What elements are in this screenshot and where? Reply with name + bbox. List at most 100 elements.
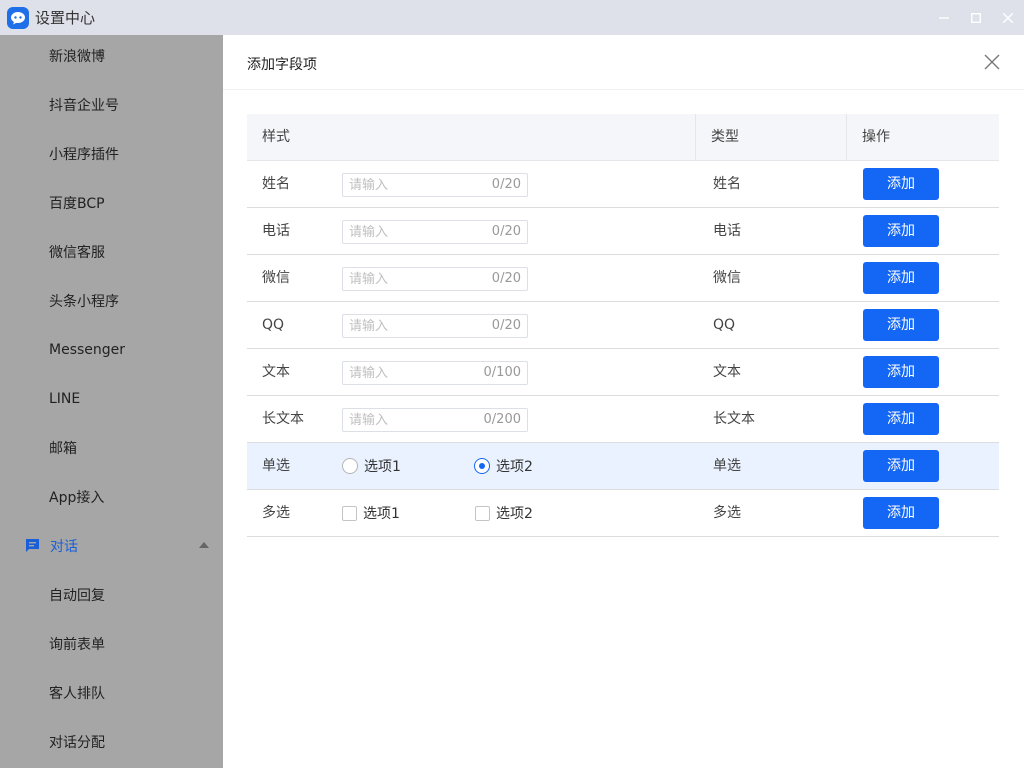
sidebar-item-label: 小程序插件 [49, 146, 119, 163]
sidebar-item-miniprogram-plugin[interactable]: 小程序插件 [0, 129, 223, 178]
field-style-label: QQ [262, 317, 285, 333]
close-icon [1003, 12, 1013, 23]
sidebar-item-label: 头条小程序 [49, 293, 119, 310]
minimize-button[interactable] [928, 0, 960, 35]
sidebar-item-line[interactable]: LINE [0, 374, 223, 423]
field-style-label: 长文本 [262, 411, 304, 427]
text-input-box: 0/100 [342, 361, 528, 385]
sidebar-item-auto-reply[interactable]: 自动回复 [0, 570, 223, 619]
sidebar-item-label: 微信客服 [49, 244, 105, 261]
sidebar-item-label: 自动回复 [49, 587, 105, 604]
add-single-choice-button[interactable]: 添加 [863, 450, 939, 482]
char-counter: 0/20 [491, 271, 521, 286]
checkbox-option-2[interactable]: 选项2 [475, 490, 533, 536]
sidebar-item-label: 抖音企业号 [49, 97, 119, 114]
field-type: 微信 [713, 270, 741, 286]
field-type: 姓名 [713, 176, 741, 192]
long-text-input[interactable] [343, 409, 473, 431]
radio-option-label: 选项1 [364, 459, 401, 475]
window-title: 设置中心 [35, 9, 96, 27]
checkbox[interactable] [475, 505, 490, 521]
radio-checked[interactable] [474, 458, 490, 474]
qq-input[interactable] [343, 315, 473, 337]
maximize-button[interactable] [960, 0, 992, 35]
sidebar-item-app[interactable]: App接入 [0, 472, 223, 521]
dialog-header: 添加字段项 [223, 35, 1024, 90]
phone-input[interactable] [343, 221, 473, 243]
qq-input-box: 0/20 [342, 314, 528, 338]
sidebar-item-baidu-bcp[interactable]: 百度BCP [0, 178, 223, 227]
phone-input-box: 0/20 [342, 220, 528, 244]
add-field-dialog: 添加字段项 样式 类型 操作 姓名 0/20 姓名 添加 电话 0/20 [223, 35, 1024, 768]
sidebar-group-conversation[interactable]: 对话 [0, 521, 223, 570]
sidebar-item-weibo[interactable]: 新浪微博 [0, 35, 223, 80]
sidebar-item-douyin[interactable]: 抖音企业号 [0, 80, 223, 129]
sidebar-item-label: App接入 [49, 489, 105, 506]
checkbox[interactable] [342, 505, 357, 521]
table-row: 多选 选项1 选项2 多选 添加 [247, 490, 999, 537]
title-bar: 设置中心 [0, 0, 1024, 35]
app-logo-icon [7, 6, 29, 29]
name-input[interactable] [343, 174, 473, 196]
char-counter: 0/20 [491, 177, 521, 192]
sidebar-item-label: 询前表单 [49, 636, 105, 653]
sidebar-group-label: 对话 [50, 538, 78, 555]
dialog-title: 添加字段项 [247, 57, 317, 73]
add-qq-button[interactable]: 添加 [863, 309, 939, 341]
table-row: 文本 0/100 文本 添加 [247, 349, 999, 396]
wechat-input[interactable] [343, 268, 473, 290]
table-header: 样式 类型 操作 [247, 114, 999, 161]
add-multi-choice-button[interactable]: 添加 [863, 497, 939, 529]
char-counter: 0/20 [491, 318, 521, 333]
table-row: QQ 0/20 QQ 添加 [247, 302, 999, 349]
close-dialog-icon[interactable] [984, 54, 1000, 70]
field-type: QQ [713, 317, 736, 333]
sidebar-item-email[interactable]: 邮箱 [0, 423, 223, 472]
sidebar-item-label: LINE [49, 390, 81, 407]
field-table: 样式 类型 操作 姓名 0/20 姓名 添加 电话 0/20 电话 添加 [247, 114, 999, 537]
wechat-input-box: 0/20 [342, 267, 528, 291]
text-input[interactable] [343, 362, 473, 384]
add-long-text-button[interactable]: 添加 [863, 403, 939, 435]
collapse-arrow-icon[interactable] [199, 542, 209, 548]
sidebar-item-toutiao[interactable]: 头条小程序 [0, 276, 223, 325]
add-name-button[interactable]: 添加 [863, 168, 939, 200]
table-row: 长文本 0/200 长文本 添加 [247, 396, 999, 443]
table-row: 姓名 0/20 姓名 添加 [247, 161, 999, 208]
radio-option-1[interactable]: 选项1 [342, 443, 401, 489]
field-style-label: 单选 [262, 458, 290, 474]
radio-unchecked[interactable] [342, 458, 358, 474]
char-counter: 0/200 [483, 412, 521, 427]
sidebar-item-messenger[interactable]: Messenger [0, 325, 223, 374]
column-divider [695, 114, 696, 161]
checkbox-option-label: 选项1 [363, 506, 400, 522]
sidebar-item-label: 百度BCP [49, 195, 105, 212]
sidebar-item-wechat-service[interactable]: 微信客服 [0, 227, 223, 276]
column-divider [846, 114, 847, 161]
add-text-button[interactable]: 添加 [863, 356, 939, 388]
minimize-icon [939, 16, 949, 19]
field-style-label: 微信 [262, 270, 290, 286]
field-type: 长文本 [713, 411, 755, 427]
name-input-box: 0/20 [342, 173, 528, 197]
long-text-input-box: 0/200 [342, 408, 528, 432]
table-row: 微信 0/20 微信 添加 [247, 255, 999, 302]
table-row: 单选 选项1 选项2 单选 添加 [247, 443, 999, 490]
sidebar-item-assignment[interactable]: 对话分配 [0, 717, 223, 766]
char-counter: 0/100 [483, 365, 521, 380]
sidebar-item-label: 新浪微博 [49, 48, 105, 65]
sidebar-item-pre-chat-form[interactable]: 询前表单 [0, 619, 223, 668]
sidebar-item-label: 邮箱 [49, 440, 77, 457]
add-wechat-button[interactable]: 添加 [863, 262, 939, 294]
column-header-style: 样式 [262, 129, 290, 145]
table-row: 电话 0/20 电话 添加 [247, 208, 999, 255]
radio-option-2[interactable]: 选项2 [474, 443, 533, 489]
close-window-button[interactable] [992, 0, 1024, 35]
checkbox-option-1[interactable]: 选项1 [342, 490, 400, 536]
sidebar-item-queue[interactable]: 客人排队 [0, 668, 223, 717]
add-phone-button[interactable]: 添加 [863, 215, 939, 247]
column-header-type: 类型 [711, 129, 739, 145]
column-header-action: 操作 [862, 129, 890, 145]
sidebar: 新浪微博 抖音企业号 小程序插件 百度BCP 微信客服 头条小程序 Messen… [0, 35, 223, 768]
field-style-label: 电话 [262, 223, 290, 239]
